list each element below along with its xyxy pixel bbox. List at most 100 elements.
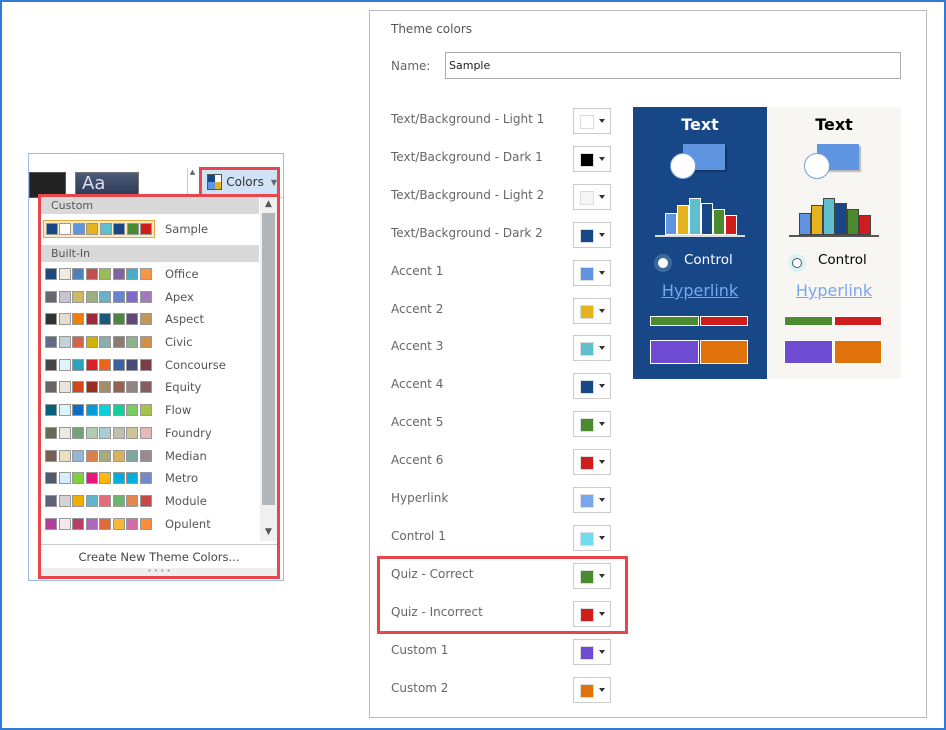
color-scheme-sample[interactable]: Sample: [41, 218, 277, 241]
color-swatch: [580, 418, 594, 433]
color-swatch: [85, 404, 98, 417]
color-scheme-foundry[interactable]: Foundry: [41, 422, 277, 445]
color-swatch: [580, 266, 594, 281]
color-swatch: [99, 449, 111, 462]
color-scheme-opulent[interactable]: Opulent: [41, 512, 277, 535]
color-swatch: [45, 449, 57, 462]
color-swatch: [45, 358, 57, 371]
color-scheme-apex[interactable]: Apex: [41, 285, 277, 308]
color-scheme-median[interactable]: Median: [41, 444, 277, 467]
ribbon-colors-panel: Aa ▲ Colors ▼ Custom Sample Built-In Off…: [28, 153, 284, 581]
color-scheme-module[interactable]: Module: [41, 490, 277, 513]
chart-bar: [835, 202, 847, 235]
color-swatch: [45, 404, 57, 417]
color-scheme-civic[interactable]: Civic: [41, 331, 277, 354]
color-row-label: Custom 2: [391, 680, 449, 695]
color-swatch: [139, 268, 152, 281]
color-picker-button[interactable]: [573, 259, 611, 286]
color-picker-button[interactable]: [573, 297, 611, 324]
color-swatch: [85, 494, 98, 507]
scrollbar-thumb[interactable]: [262, 213, 275, 505]
resize-grip[interactable]: • • • •: [41, 568, 277, 576]
colors-dropdown: Custom Sample Built-In Office Apex Aspect C…: [38, 194, 280, 579]
color-swatch: [72, 426, 84, 439]
color-swatch: [139, 426, 152, 439]
color-swatches: [43, 425, 155, 441]
preview-control-label: Control: [818, 252, 867, 268]
color-swatch: [580, 304, 594, 319]
color-swatch: [45, 381, 57, 394]
color-swatch: [139, 517, 152, 530]
color-swatch: [46, 223, 58, 236]
color-swatch: [72, 358, 84, 371]
color-row-text-background-dark-2: Text/Background - Dark 2: [391, 221, 611, 248]
color-picker-button[interactable]: [573, 335, 611, 362]
quiz-colors-bar: [784, 316, 882, 326]
chevron-down-icon: [599, 422, 605, 427]
section-header-custom: Custom: [41, 197, 259, 214]
color-picker-button[interactable]: [573, 373, 611, 400]
color-swatch: [139, 336, 152, 349]
preview-text: Text: [681, 115, 719, 134]
color-swatch: [59, 223, 72, 236]
color-swatch: [85, 449, 98, 462]
color-scheme-name: Median: [165, 448, 207, 463]
color-swatch: [112, 517, 125, 530]
color-row-accent-3: Accent 3: [391, 335, 611, 362]
color-scheme-aspect[interactable]: Aspect: [41, 308, 277, 331]
color-scheme-concourse[interactable]: Concourse: [41, 353, 277, 376]
color-row-label: Accent 4: [391, 377, 444, 392]
color-swatch: [86, 223, 99, 236]
color-swatches: [43, 470, 155, 486]
color-swatch: [45, 426, 57, 439]
color-swatch: [126, 472, 138, 485]
color-row-label: Control 1: [391, 528, 446, 543]
color-swatch: [99, 313, 111, 326]
color-scheme-name: Metro: [165, 471, 199, 486]
color-picker-button[interactable]: [573, 221, 611, 248]
chevron-down-icon: [599, 194, 605, 199]
color-swatch: [58, 313, 71, 326]
color-picker-button[interactable]: [573, 411, 611, 438]
color-swatch: [126, 313, 138, 326]
color-swatch: [99, 472, 111, 485]
color-swatch: [72, 404, 84, 417]
colors-button[interactable]: Colors ▼: [199, 167, 280, 197]
custom-colors-bar: [784, 340, 882, 364]
chevron-down-icon: [599, 308, 605, 313]
color-picker-button[interactable]: [573, 487, 611, 513]
chevron-down-icon: [599, 119, 605, 123]
color-swatch: [72, 290, 84, 303]
preview-text: Text: [815, 115, 853, 134]
color-scheme-equity[interactable]: Equity: [41, 376, 277, 399]
create-new-theme-colors-link[interactable]: Create New Theme Colors...: [41, 544, 277, 568]
color-scheme-list: Custom Sample Built-In Office Apex Aspect C…: [41, 197, 277, 535]
color-picker-button[interactable]: [573, 183, 611, 210]
color-scheme-metro[interactable]: Metro: [41, 467, 277, 490]
color-swatch: [85, 313, 98, 326]
color-swatch: [99, 268, 111, 281]
color-scheme-flow[interactable]: Flow: [41, 399, 277, 422]
scroll-down-arrow-icon[interactable]: ▼: [260, 527, 277, 537]
color-picker-button[interactable]: [573, 449, 611, 476]
color-picker-button[interactable]: [573, 676, 611, 703]
color-swatch: [85, 268, 98, 281]
color-swatch: [112, 290, 125, 303]
color-swatch: [72, 313, 84, 326]
color-picker-button[interactable]: [573, 524, 611, 551]
color-swatch: [140, 223, 152, 236]
chevron-down-icon: [599, 535, 605, 540]
color-scheme-office[interactable]: Office: [41, 263, 277, 286]
color-picker-button[interactable]: [573, 108, 611, 134]
chart-bar: [811, 205, 823, 235]
color-scheme-name: Sample: [165, 222, 209, 237]
scrollbar[interactable]: ▲ ▼: [260, 197, 277, 541]
color-picker-button[interactable]: [573, 638, 611, 665]
name-input[interactable]: Sample: [445, 52, 901, 79]
chart-bar: [823, 197, 835, 235]
name-label: Name:: [391, 59, 431, 73]
color-picker-button[interactable]: [573, 145, 611, 172]
color-swatch: [99, 426, 111, 439]
color-swatch: [126, 381, 138, 394]
scroll-up-arrow-icon[interactable]: ▲: [260, 199, 277, 209]
